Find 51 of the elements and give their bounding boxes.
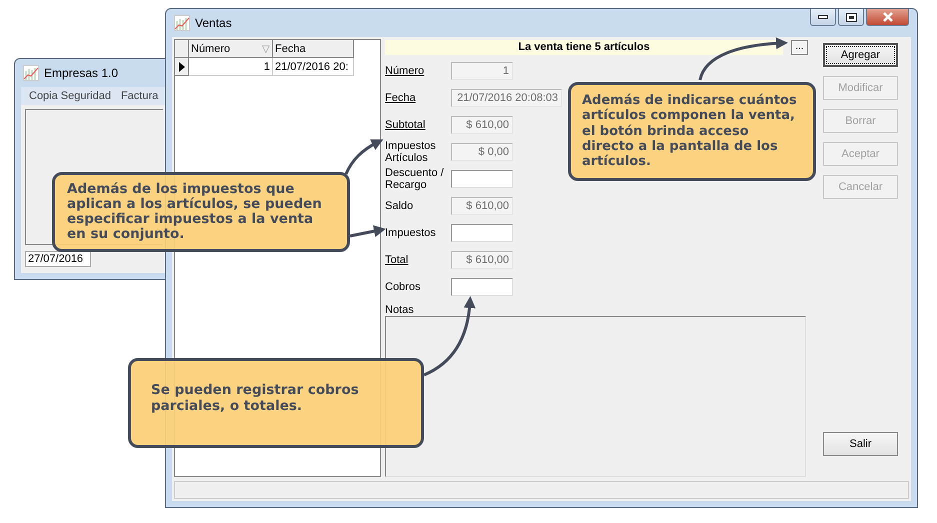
callout-note: Además de indicarse cuántos artículos componen la venta, el botón brinda acceso directo a la pantalla de los artículos. xyxy=(568,82,816,181)
maximize-button[interactable] xyxy=(838,9,864,26)
input-field[interactable] xyxy=(451,224,513,242)
field-label: Número xyxy=(385,65,426,77)
input-field[interactable]: $ 610,00 xyxy=(451,116,513,134)
field-label: Fecha xyxy=(385,92,417,104)
exit-button[interactable]: Salir xyxy=(823,432,898,456)
input-field[interactable] xyxy=(451,278,513,296)
input-field[interactable] xyxy=(451,170,513,188)
action-button[interactable]: Agregar xyxy=(823,43,898,67)
field-label: Cobros xyxy=(385,281,422,293)
current-row-icon xyxy=(178,62,184,72)
row-indicator[interactable] xyxy=(175,58,189,76)
date-field[interactable]: 27/07/2016 xyxy=(25,251,91,267)
info-banner: La venta tiene 5 artículos xyxy=(385,40,783,54)
column-header[interactable]: Fecha xyxy=(273,40,354,58)
field-label: Saldo xyxy=(385,200,414,212)
window-title: Empresas 1.0 xyxy=(44,66,118,80)
column-header[interactable]: Número ▽ xyxy=(189,40,273,58)
minimize-button[interactable] xyxy=(810,9,836,26)
chart-icon xyxy=(174,15,190,31)
input-field[interactable]: $ 610,00 xyxy=(451,251,513,269)
input-field[interactable]: $ 610,00 xyxy=(451,197,513,215)
input-field[interactable]: 1 xyxy=(451,62,513,80)
menu-item[interactable]: Copia Seguridad xyxy=(29,90,111,102)
ellipsis-button[interactable]: ... xyxy=(791,40,808,54)
field-label: Total xyxy=(385,254,410,266)
curved-arrow xyxy=(350,225,386,238)
maximize-icon xyxy=(846,12,856,22)
callout-note: Además de los impuestos que aplican a los artículos, se pueden especificar impuestos a la venta en su conjunto. xyxy=(52,172,350,252)
curved-arrow xyxy=(344,139,384,175)
minimize-icon xyxy=(818,15,828,19)
column-label: Número xyxy=(191,42,230,54)
column-label: Fecha xyxy=(275,42,306,54)
window-title: Ventas xyxy=(195,16,232,30)
sort-icon: ▽ xyxy=(262,42,270,54)
table-cell: 1 xyxy=(189,58,273,76)
menu-item[interactable]: Factura xyxy=(120,90,158,102)
callout-note: Se pueden registrar cobros parciales, o totales. xyxy=(128,358,424,448)
close-icon xyxy=(882,12,894,22)
chart-icon xyxy=(23,65,39,81)
notes-field[interactable] xyxy=(385,316,806,477)
input-field[interactable]: $ 0,00 xyxy=(451,143,513,161)
table-cell: 21/07/2016 20: xyxy=(273,58,354,76)
field-label: Descuento / Recargo xyxy=(385,167,445,191)
notes-label: Notas xyxy=(385,304,415,316)
field-label: Subtotal xyxy=(385,119,426,131)
input-field[interactable]: 21/07/2016 20:08:03 xyxy=(451,89,562,107)
field-label: Impuestos xyxy=(385,227,437,239)
close-button[interactable] xyxy=(866,9,909,26)
field-label: Impuestos Artículos xyxy=(385,140,437,164)
